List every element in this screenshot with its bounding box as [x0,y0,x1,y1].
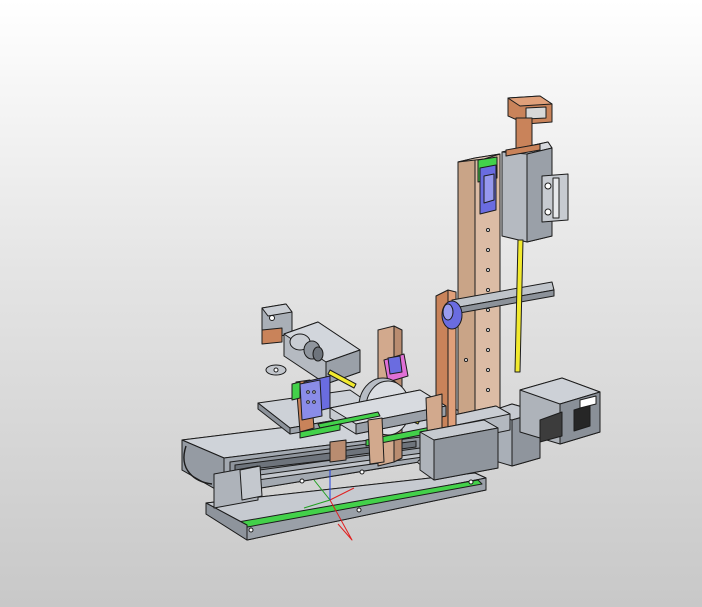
left-cylinder-assembly [261,303,361,389]
clamp-knob [441,300,463,330]
yellow-rod [514,239,524,373]
assembly-drawing[interactable] [0,0,702,607]
upper-cylinder-housing [501,95,569,243]
cad-viewport[interactable] [0,0,702,607]
